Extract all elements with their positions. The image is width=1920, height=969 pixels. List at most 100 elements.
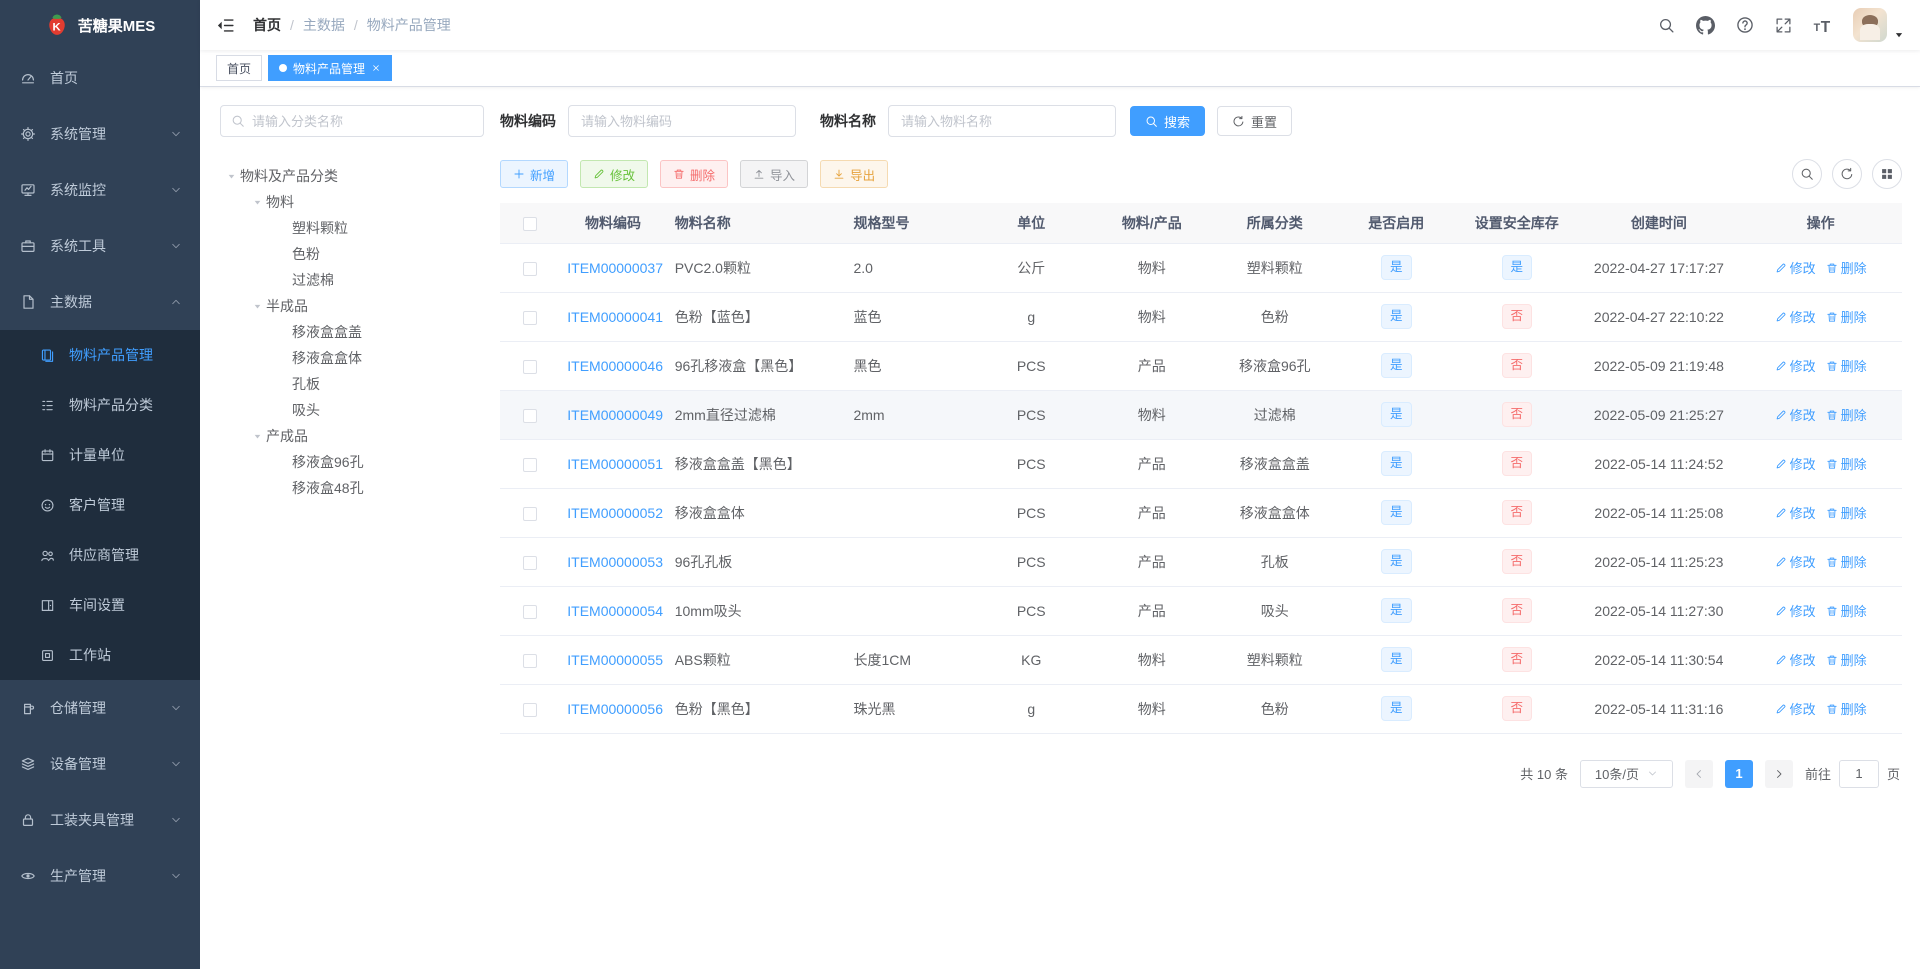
sidebar-item[interactable]: 客户管理 xyxy=(0,480,200,530)
search-icon[interactable] xyxy=(1658,17,1675,34)
row-checkbox[interactable] xyxy=(522,457,537,472)
delete-link[interactable]: 删除 xyxy=(1826,503,1867,522)
delete-link[interactable]: 删除 xyxy=(1826,356,1867,375)
delete-button[interactable]: 删除 xyxy=(660,160,729,188)
tree-node[interactable]: 移液盒48孔 xyxy=(220,475,484,501)
tree-node[interactable]: 移液盒盒盖 xyxy=(220,319,484,345)
github-icon[interactable] xyxy=(1696,15,1715,35)
breadcrumb-item[interactable]: 首页 xyxy=(253,15,281,35)
item-code-link[interactable]: ITEM00000046 xyxy=(567,358,663,374)
page-number-button[interactable]: 1 xyxy=(1724,759,1753,788)
user-menu[interactable] xyxy=(1853,8,1904,42)
sidebar-item[interactable]: 生产管理 xyxy=(0,848,200,904)
item-code-link[interactable]: ITEM00000056 xyxy=(567,701,663,717)
help-icon[interactable] xyxy=(1736,16,1754,34)
tree-node[interactable]: 移液盒盒体 xyxy=(220,345,484,371)
sidebar-item[interactable]: 车间设置 xyxy=(0,580,200,630)
select-all-checkbox[interactable] xyxy=(522,216,537,231)
goto-page-input[interactable] xyxy=(1838,759,1879,788)
delete-link[interactable]: 删除 xyxy=(1826,552,1867,571)
edit-link[interactable]: 修改 xyxy=(1775,503,1816,522)
row-checkbox[interactable] xyxy=(522,261,537,276)
material-code-input[interactable] xyxy=(568,105,796,137)
sidebar-item[interactable]: 工作站 xyxy=(0,630,200,680)
edit-link[interactable]: 修改 xyxy=(1775,699,1816,718)
reset-button[interactable]: 重置 xyxy=(1217,106,1293,136)
item-code-link[interactable]: ITEM00000041 xyxy=(567,309,663,325)
tree-node[interactable]: 半成品 xyxy=(220,293,484,319)
sidebar-item[interactable]: 计量单位 xyxy=(0,430,200,480)
item-code-link[interactable]: ITEM00000037 xyxy=(567,260,663,276)
logo[interactable]: K 苦糖果MES xyxy=(0,0,200,50)
tab-active[interactable]: 物料产品管理 xyxy=(268,55,393,81)
row-checkbox[interactable] xyxy=(522,310,537,325)
item-code-link[interactable]: ITEM00000051 xyxy=(567,456,663,472)
delete-link[interactable]: 删除 xyxy=(1826,699,1867,718)
tree-node[interactable]: 物料及产品分类 xyxy=(220,163,484,189)
edit-link[interactable]: 修改 xyxy=(1775,356,1816,375)
tree-node[interactable]: 过滤棉 xyxy=(220,267,484,293)
add-button[interactable]: 新增 xyxy=(500,160,569,188)
edit-link[interactable]: 修改 xyxy=(1775,552,1816,571)
caret-down-icon[interactable] xyxy=(248,432,266,441)
sidebar-item[interactable]: 仓储管理 xyxy=(0,680,200,736)
tree-node[interactable]: 移液盒96孔 xyxy=(220,449,484,475)
font-size-icon[interactable]: TT xyxy=(1813,16,1832,35)
next-page-button[interactable] xyxy=(1764,759,1793,788)
sidebar-fold-icon[interactable] xyxy=(216,16,235,35)
sidebar-item[interactable]: 工装夹具管理 xyxy=(0,792,200,848)
item-code-link[interactable]: ITEM00000055 xyxy=(567,652,663,668)
material-name-input[interactable] xyxy=(888,105,1116,137)
edit-button[interactable]: 修改 xyxy=(580,160,649,188)
tab-item[interactable]: 首页 xyxy=(216,55,263,81)
edit-link[interactable]: 修改 xyxy=(1775,454,1816,473)
edit-link[interactable]: 修改 xyxy=(1775,601,1816,620)
page-size-select[interactable]: 10条/页 xyxy=(1579,759,1673,788)
tree-node[interactable]: 塑料颗粒 xyxy=(220,215,484,241)
sidebar-item[interactable]: 供应商管理 xyxy=(0,530,200,580)
sidebar-item[interactable]: 物料产品管理 xyxy=(0,330,200,380)
column-settings-button[interactable] xyxy=(1872,159,1902,189)
import-button[interactable]: 导入 xyxy=(740,160,809,188)
sidebar-item[interactable]: 主数据 xyxy=(0,274,200,330)
tree-node[interactable]: 物料 xyxy=(220,189,484,215)
prev-page-button[interactable] xyxy=(1684,759,1713,788)
sidebar-item[interactable]: 系统监控 xyxy=(0,162,200,218)
tree-node[interactable]: 色粉 xyxy=(220,241,484,267)
edit-link[interactable]: 修改 xyxy=(1775,258,1816,277)
row-checkbox[interactable] xyxy=(522,359,537,374)
item-code-link[interactable]: ITEM00000053 xyxy=(567,554,663,570)
row-checkbox[interactable] xyxy=(522,408,537,423)
delete-link[interactable]: 删除 xyxy=(1826,307,1867,326)
caret-down-icon[interactable] xyxy=(248,198,266,207)
sidebar-item[interactable]: 系统工具 xyxy=(0,218,200,274)
delete-link[interactable]: 删除 xyxy=(1826,601,1867,620)
row-checkbox[interactable] xyxy=(522,604,537,619)
item-code-link[interactable]: ITEM00000054 xyxy=(567,603,663,619)
close-icon[interactable] xyxy=(371,63,381,73)
sidebar-item[interactable]: 系统管理 xyxy=(0,106,200,162)
delete-link[interactable]: 删除 xyxy=(1826,258,1867,277)
refresh-table-button[interactable] xyxy=(1832,159,1862,189)
row-checkbox[interactable] xyxy=(522,506,537,521)
item-code-link[interactable]: ITEM00000052 xyxy=(567,505,663,521)
tree-node[interactable]: 吸头 xyxy=(220,397,484,423)
sidebar-item[interactable]: 物料产品分类 xyxy=(0,380,200,430)
row-checkbox[interactable] xyxy=(522,653,537,668)
delete-link[interactable]: 删除 xyxy=(1826,650,1867,669)
sidebar-item[interactable]: 设备管理 xyxy=(0,736,200,792)
edit-link[interactable]: 修改 xyxy=(1775,405,1816,424)
toggle-search-button[interactable] xyxy=(1792,159,1822,189)
avatar[interactable] xyxy=(1853,8,1887,42)
row-checkbox[interactable] xyxy=(522,702,537,717)
item-code-link[interactable]: ITEM00000049 xyxy=(567,407,663,423)
row-checkbox[interactable] xyxy=(522,555,537,570)
fullscreen-icon[interactable] xyxy=(1775,17,1792,34)
category-search-input[interactable] xyxy=(252,113,473,129)
caret-down-icon[interactable] xyxy=(248,302,266,311)
delete-link[interactable]: 删除 xyxy=(1826,454,1867,473)
tree-node[interactable]: 产成品 xyxy=(220,423,484,449)
export-button[interactable]: 导出 xyxy=(820,160,889,188)
sidebar-item[interactable]: 首页 xyxy=(0,50,200,106)
delete-link[interactable]: 删除 xyxy=(1826,405,1867,424)
